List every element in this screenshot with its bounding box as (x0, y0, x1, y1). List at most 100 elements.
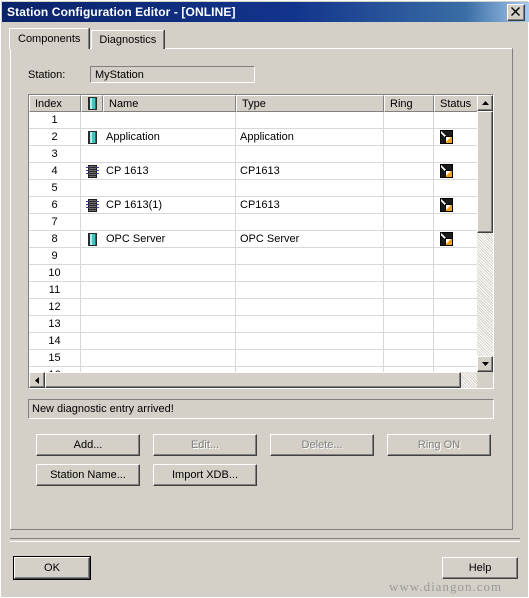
table-row[interactable]: 14 (29, 333, 493, 350)
tab-strip: Components Diagnostics (9, 28, 166, 49)
cell-type (236, 146, 384, 163)
communication-processor-icon (85, 198, 99, 212)
station-label: Station: (28, 68, 66, 81)
table-row[interactable]: 13 (29, 316, 493, 333)
grid-vertical-scrollbar[interactable] (477, 95, 493, 372)
cell-type (236, 333, 384, 350)
chevron-down-icon (481, 362, 489, 366)
table-row[interactable]: 1 (29, 112, 493, 129)
chevron-up-icon (481, 101, 489, 105)
diagnostic-icon[interactable] (440, 232, 453, 246)
edit-button-label: Edit... (190, 439, 220, 451)
column-header-icon[interactable] (81, 95, 103, 112)
cell-name (103, 282, 236, 299)
vertical-scroll-thumb[interactable] (477, 111, 493, 233)
table-row[interactable]: 2 Application Application (29, 129, 493, 146)
table-row[interactable]: 12 (29, 299, 493, 316)
cell-index: 1 (29, 112, 81, 129)
cell-type: CP1613 (236, 163, 384, 180)
table-row[interactable]: 6 CP 1613(1) CP1613 (29, 197, 493, 214)
cell-index: 4 (29, 163, 81, 180)
cell-type (236, 299, 384, 316)
column-header-ring[interactable]: Ring (384, 95, 434, 112)
cell-index: 13 (29, 316, 81, 333)
components-grid-viewport: Index Name Type Ring Status 1 2 Applicatio… (29, 95, 493, 388)
cell-name (103, 146, 236, 163)
cell-type (236, 282, 384, 299)
table-row[interactable]: 7 (29, 214, 493, 231)
cell-index: 5 (29, 180, 81, 197)
column-header-index[interactable]: Index (29, 95, 81, 112)
cell-type (236, 248, 384, 265)
cell-index: 10 (29, 265, 81, 282)
column-header-name[interactable]: Name (103, 95, 236, 112)
cell-type (236, 350, 384, 367)
cell-name (103, 112, 236, 129)
cell-icon (81, 265, 103, 282)
scroll-left-button[interactable] (29, 372, 45, 388)
cell-ring (384, 282, 434, 299)
diagnostic-icon[interactable] (440, 164, 453, 178)
cell-ring (384, 316, 434, 333)
grid-horizontal-scrollbar[interactable] (29, 372, 493, 388)
cell-ring (384, 129, 434, 146)
import-xdb-button[interactable]: Import XDB... (153, 464, 257, 486)
status-message: New diagnostic entry arrived! (28, 399, 494, 419)
cell-index: 2 (29, 129, 81, 146)
cell-name (103, 180, 236, 197)
edit-button[interactable]: Edit... (153, 434, 257, 456)
ok-button[interactable]: OK (13, 556, 91, 580)
cell-type: CP1613 (236, 197, 384, 214)
diagnostic-icon[interactable] (440, 130, 453, 144)
table-row[interactable]: 8 OPC Server OPC Server (29, 231, 493, 248)
diagnostic-icon-cursor (445, 238, 452, 245)
application-module-icon (87, 232, 97, 246)
footer-separator (10, 538, 520, 542)
cell-index: 9 (29, 248, 81, 265)
column-header-type[interactable]: Type (236, 95, 384, 112)
cell-type (236, 265, 384, 282)
cell-icon (81, 146, 103, 163)
cell-name (103, 333, 236, 350)
table-row[interactable]: 10 (29, 265, 493, 282)
scroll-up-button[interactable] (477, 95, 493, 111)
delete-button-label: Delete... (301, 439, 343, 451)
cell-index: 6 (29, 197, 81, 214)
station-configuration-editor-window: Station Configuration Editor - [ONLINE] … (0, 0, 529, 598)
cell-name (103, 265, 236, 282)
cell-index: 3 (29, 146, 81, 163)
cell-ring (384, 350, 434, 367)
delete-button[interactable]: Delete... (270, 434, 374, 456)
table-row[interactable]: 5 (29, 180, 493, 197)
cell-ring (384, 248, 434, 265)
grid-header-row: Index Name Type Ring Status (29, 95, 493, 112)
chevron-left-icon (35, 376, 39, 384)
cell-icon (81, 129, 103, 146)
help-button[interactable]: Help (442, 557, 518, 579)
add-button-label: Add... (73, 439, 103, 451)
cell-type: Application (236, 129, 384, 146)
cell-ring (384, 146, 434, 163)
close-glyph (511, 6, 520, 16)
tab-components[interactable]: Components (9, 28, 90, 49)
title-bar: Station Configuration Editor - [ONLINE] (2, 2, 529, 22)
window-title: Station Configuration Editor - [ONLINE] (7, 5, 236, 19)
cell-name: CP 1613 (103, 163, 236, 180)
table-row[interactable]: 11 (29, 282, 493, 299)
scrollbar-corner (477, 372, 493, 388)
close-icon[interactable] (507, 3, 525, 21)
station-name-field[interactable]: MyStation (90, 66, 255, 83)
tab-diagnostics[interactable]: Diagnostics (91, 30, 165, 49)
table-row[interactable]: 3 (29, 146, 493, 163)
add-button[interactable]: Add... (36, 434, 140, 456)
ring-on-button[interactable]: Ring ON (387, 434, 491, 456)
station-name-button[interactable]: Station Name... (36, 464, 140, 486)
table-row[interactable]: 9 (29, 248, 493, 265)
cell-name: OPC Server (103, 231, 236, 248)
diagnostic-icon[interactable] (440, 198, 453, 212)
table-row[interactable]: 4 CP 1613 CP1613 (29, 163, 493, 180)
scroll-down-button[interactable] (477, 356, 493, 372)
table-row[interactable]: 15 (29, 350, 493, 367)
horizontal-scroll-thumb[interactable] (45, 372, 461, 388)
cell-type (236, 112, 384, 129)
